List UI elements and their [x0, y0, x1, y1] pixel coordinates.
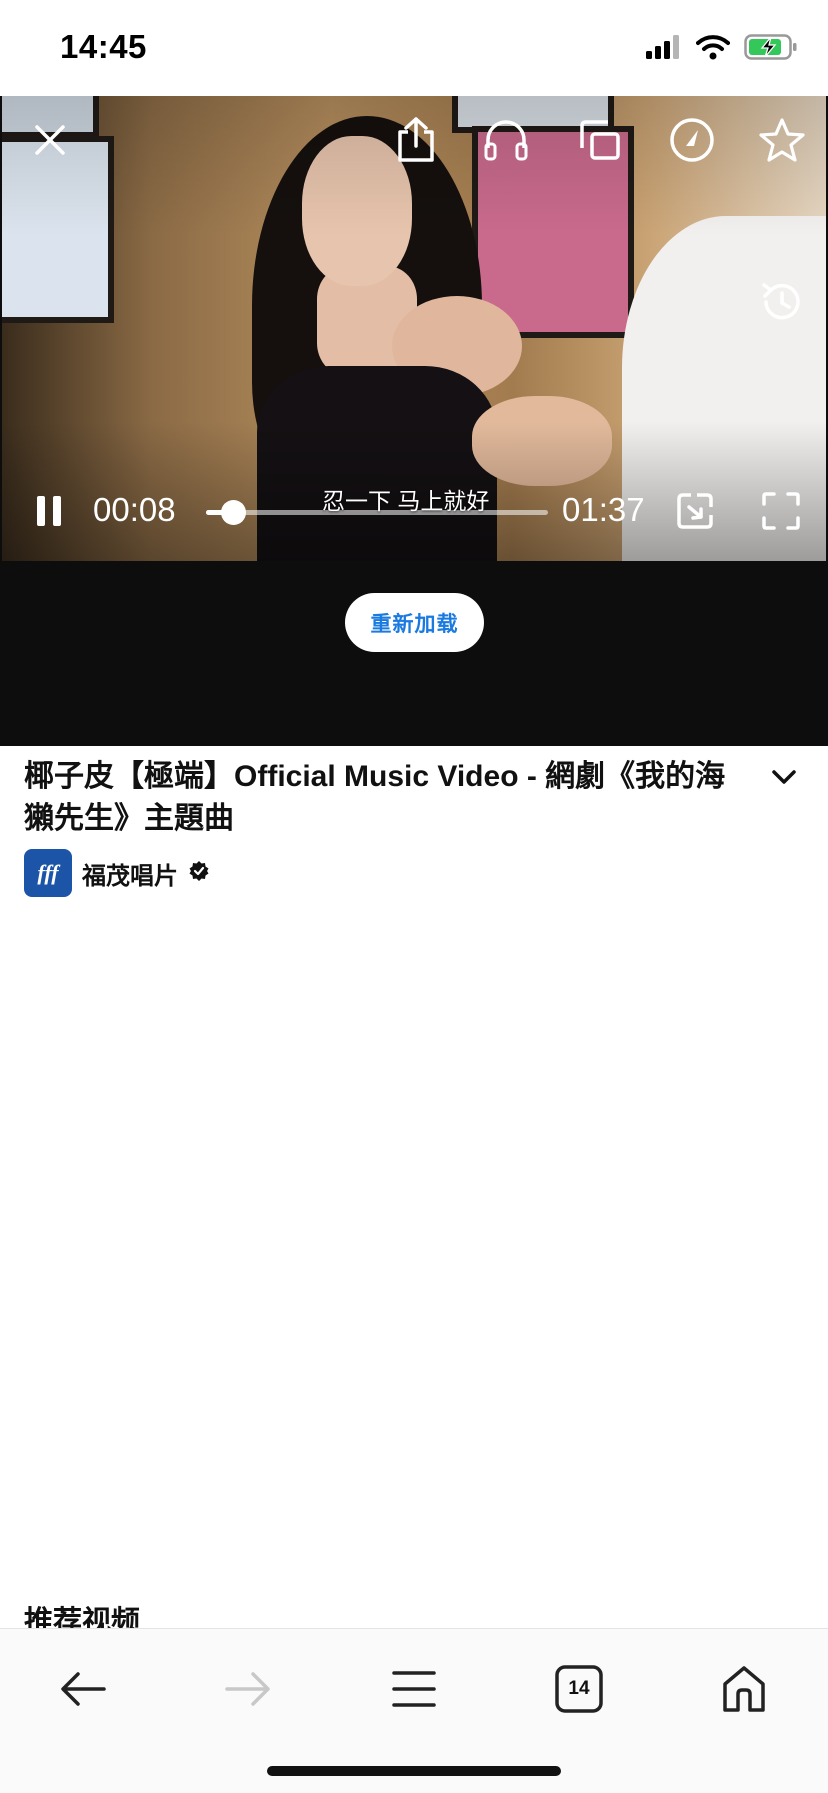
channel-name[interactable]: 福茂唱片	[82, 856, 178, 891]
home-indicator	[267, 1766, 561, 1776]
subtitle-text: 忍一下 马上就好	[322, 488, 490, 514]
close-icon[interactable]	[26, 116, 74, 164]
status-time: 14:45	[60, 28, 147, 65]
home-icon[interactable]	[704, 1649, 784, 1729]
video-frame[interactable]: 00:08 忍一下 马上就好 01:37	[2, 96, 826, 561]
resize-icon[interactable]	[670, 486, 720, 536]
reload-button[interactable]: 重新加载	[345, 593, 484, 652]
pip-icon[interactable]	[572, 112, 628, 168]
share-icon[interactable]	[388, 112, 444, 168]
history-icon[interactable]	[756, 276, 808, 328]
back-arrow-icon[interactable]	[43, 1649, 123, 1729]
fullscreen-icon[interactable]	[756, 486, 806, 536]
current-time: 00:08	[93, 491, 176, 528]
channel-avatar-logo: fff	[37, 860, 59, 885]
status-icons	[646, 34, 798, 65]
forward-arrow-icon[interactable]	[208, 1649, 288, 1729]
tab-count: 14	[568, 1678, 590, 1699]
duration-time: 01:37	[562, 491, 645, 528]
channel-avatar[interactable]: fff	[24, 849, 72, 897]
chevron-down-icon[interactable]	[770, 768, 798, 791]
channel-row[interactable]: fff 福茂唱片	[24, 849, 210, 897]
speed-icon[interactable]	[664, 112, 720, 168]
video-player[interactable]: 00:08 忍一下 马上就好 01:37 重新加载	[0, 96, 828, 746]
cellular-signal-icon	[646, 35, 682, 64]
tabs-icon[interactable]: 14	[539, 1649, 619, 1729]
battery-charging-icon	[744, 34, 798, 65]
pause-icon[interactable]	[26, 488, 72, 534]
verified-badge-icon	[188, 860, 210, 887]
menu-icon[interactable]	[374, 1649, 454, 1729]
star-icon[interactable]	[754, 112, 810, 168]
recommendations-heading: 推荐视频	[24, 1606, 141, 1628]
headphones-icon[interactable]	[478, 112, 534, 168]
wifi-icon	[696, 34, 730, 65]
status-bar: 14:45	[0, 0, 828, 96]
video-title: 椰子皮【極端】Official Music Video - 網劇《我的海獺先生》…	[24, 760, 726, 835]
